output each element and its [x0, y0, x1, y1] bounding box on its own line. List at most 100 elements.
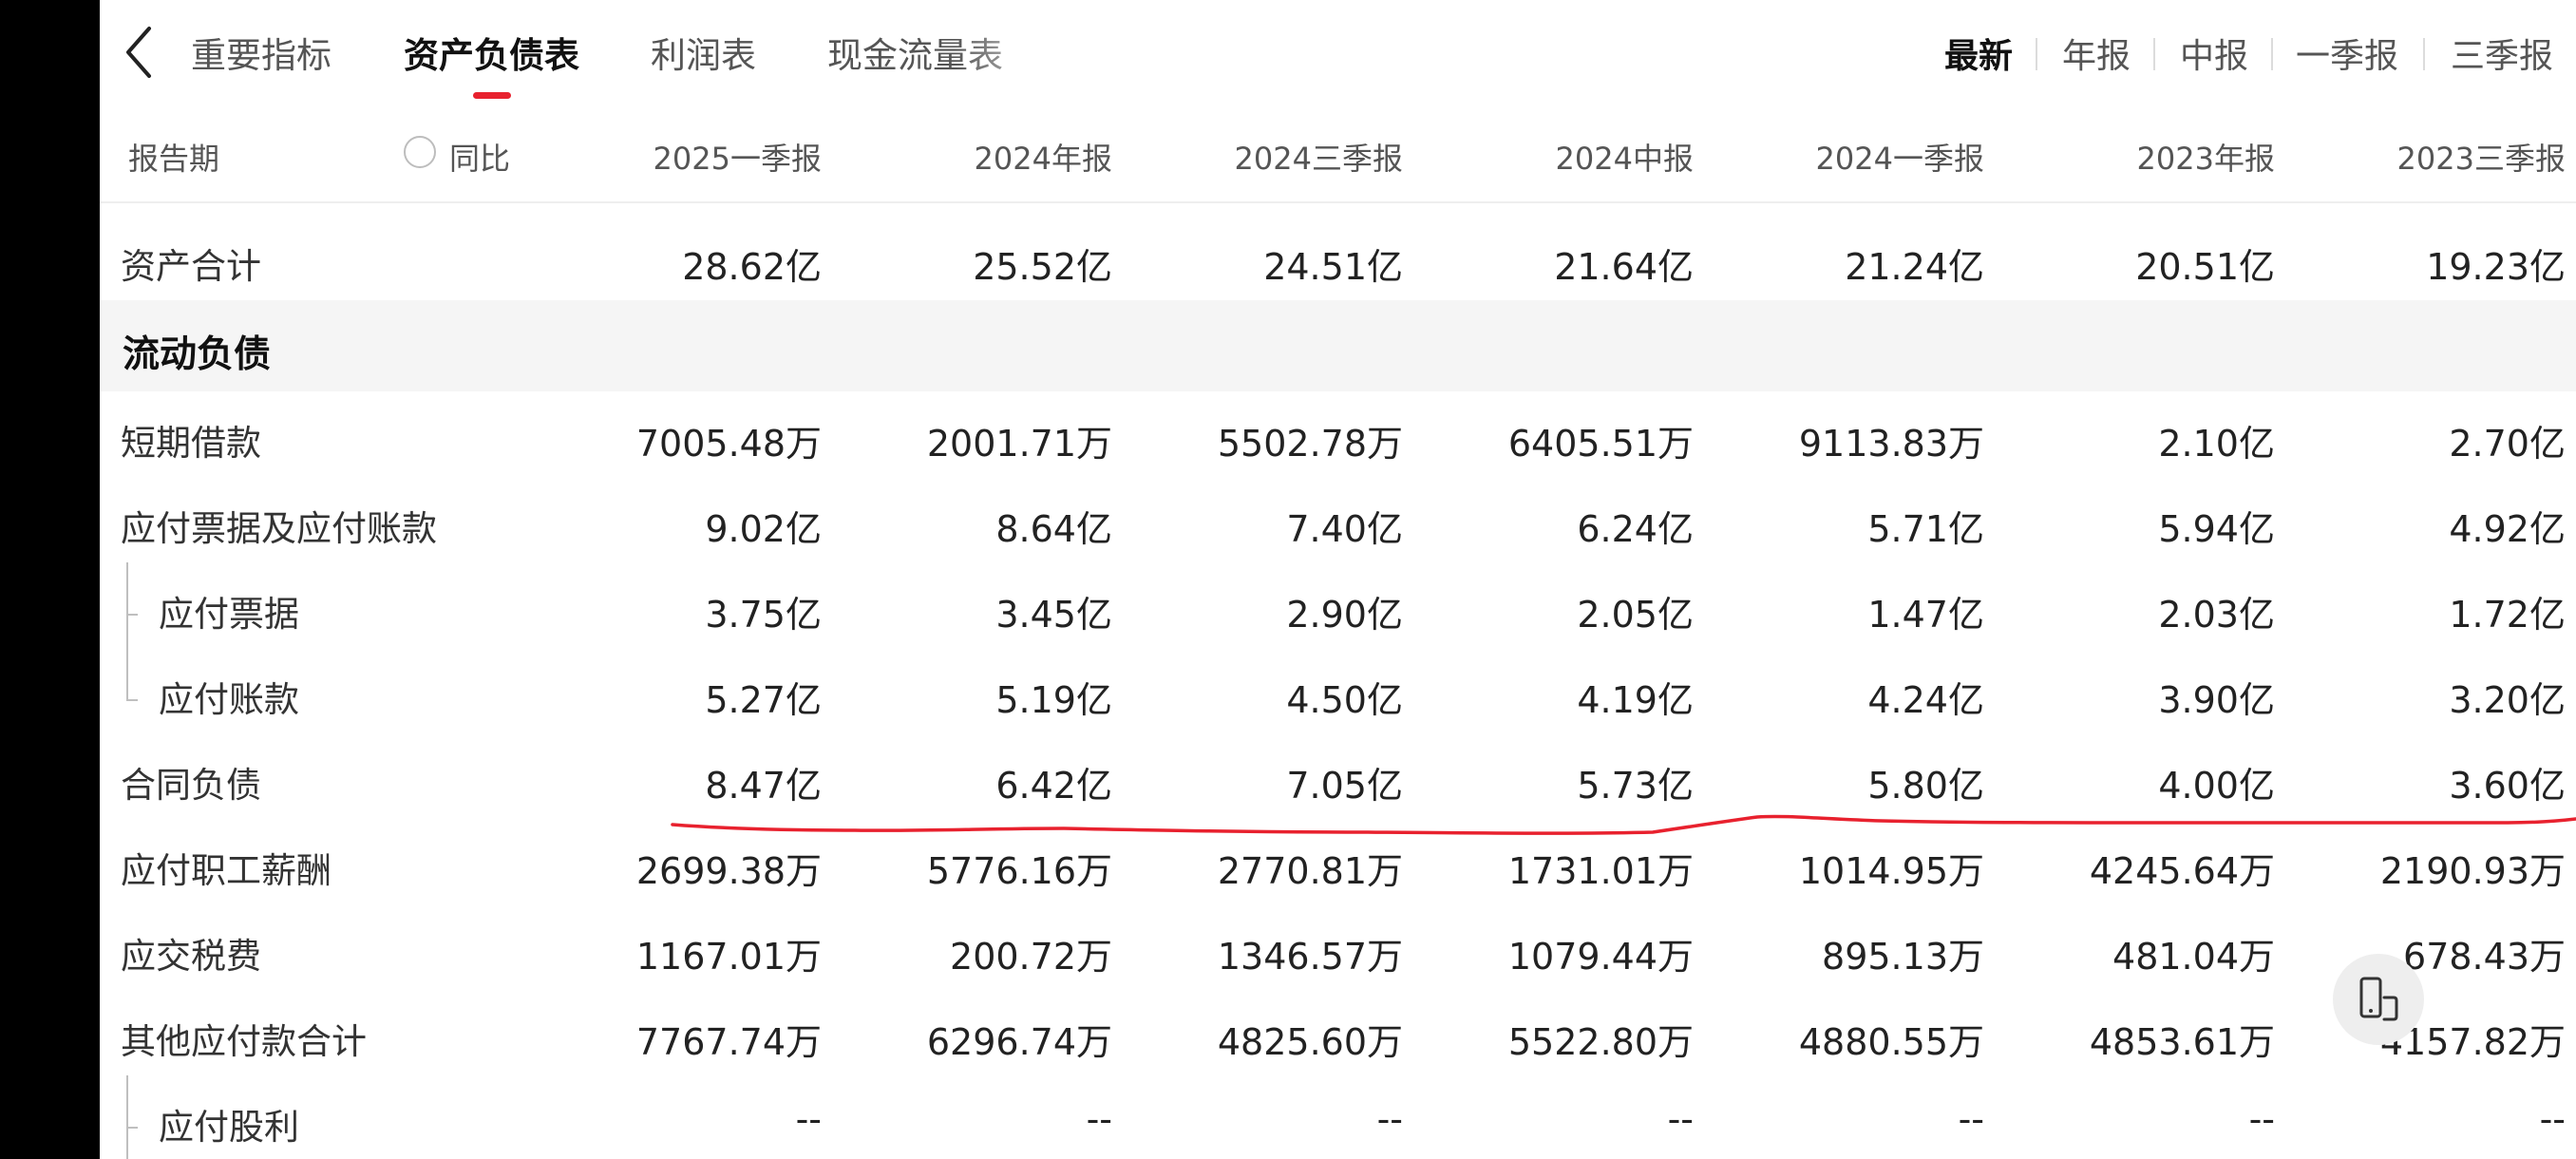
table-cell: 2.70亿 [2449, 423, 2566, 465]
table-cell: 8.47亿 [705, 765, 822, 807]
table-cell: 1.47亿 [1867, 594, 1984, 636]
period-latest[interactable]: 最新 [1944, 28, 2013, 78]
table-cell: 7767.74万 [635, 1021, 822, 1063]
app-screen: 重要指标 资产负债表 利润表 现金流量表 最新 年报 中报 一季报 三季报 报告… [0, 0, 2576, 1159]
column-header: 2024三季报 [1234, 141, 1403, 177]
table-cell: 1346.57万 [1217, 936, 1403, 978]
table-row[interactable]: 应付股利 -- -- -- -- -- -- -- [100, 1075, 2576, 1159]
period-label: 年报 [2062, 37, 2131, 76]
table-cell: 2.10亿 [2158, 423, 2275, 465]
table-cell: 5.73亿 [1577, 765, 1694, 807]
table-cell: 4.92亿 [2449, 508, 2566, 550]
table-row[interactable]: 其他应付款合计 7767.74万 6296.74万 4825.60万 5522.80万 4… [100, 990, 2576, 1075]
table-cell: 2001.71万 [926, 423, 1112, 465]
chevron-left-icon [126, 27, 151, 78]
table-cell: 2.05亿 [1577, 594, 1694, 636]
table-cell: 678.43万 [2403, 936, 2566, 978]
period-q3[interactable]: 三季报 [2451, 28, 2553, 78]
period-divider [2271, 38, 2273, 70]
table-cell: 481.04万 [2112, 936, 2275, 978]
table-cell: 24.51亿 [1263, 246, 1403, 288]
table-cell: 21.64亿 [1554, 246, 1694, 288]
table-cell: 4853.61万 [2089, 1021, 2275, 1063]
table-row[interactable]: 应付职工薪酬 2699.38万 5776.16万 2770.81万 1731.01万 10… [100, 819, 2576, 904]
table-cell: 4.50亿 [1286, 679, 1403, 721]
column-header: 2024年报 [974, 141, 1112, 177]
top-navigation: 重要指标 资产负债表 利润表 现金流量表 最新 年报 中报 一季报 三季报 [100, 0, 2576, 106]
table-cell: -- [1086, 1098, 1112, 1140]
active-tab-indicator [472, 92, 511, 99]
table-cell: 2.03亿 [2158, 594, 2275, 636]
tree-connector-tick [126, 614, 138, 616]
table-cell: 6.24亿 [1577, 508, 1694, 550]
table-cell: 8.64亿 [995, 508, 1112, 550]
table-row[interactable]: 短期借款 7005.48万 2001.71万 5502.78万 6405.51万 9113… [100, 391, 2576, 477]
table-cell: 21.24亿 [1845, 246, 1984, 288]
table-cell: 7.05亿 [1286, 765, 1403, 807]
table-row[interactable]: 应交税费 1167.01万 200.72万 1346.57万 1079.44万 895.1… [100, 904, 2576, 990]
tab-cash-flow[interactable]: 现金流量表 [827, 27, 1003, 78]
tab-key-indicators[interactable]: 重要指标 [191, 27, 331, 78]
table-cell: 19.23亿 [2426, 246, 2566, 288]
table-cell: 6405.51万 [1507, 423, 1694, 465]
period-interim[interactable]: 中报 [2180, 28, 2248, 78]
table-cell: 5776.16万 [926, 850, 1112, 892]
period-label: 最新 [1944, 37, 2014, 76]
yoy-label: 同比 [449, 141, 511, 177]
row-label: 短期借款 [121, 423, 261, 464]
table-row[interactable]: 资产合计 28.62亿 25.52亿 24.51亿 21.64亿 21.24亿 20.51亿… [100, 215, 2576, 300]
table-cell: 2.90亿 [1286, 594, 1403, 636]
table-cell: 5522.80万 [1507, 1021, 1694, 1063]
period-divider [2036, 38, 2037, 70]
table-cell: 5.19亿 [995, 679, 1112, 721]
section-header-row: 流动负债 [100, 300, 2576, 391]
table-row[interactable]: 应付票据 3.75亿 3.45亿 2.90亿 2.05亿 1.47亿 2.03亿 1.72亿 [100, 562, 2576, 648]
row-label: 其他应付款合计 [121, 1021, 367, 1062]
table-cell: 5.94亿 [2158, 508, 2275, 550]
row-label: 合同负债 [121, 765, 261, 806]
table-cell: 4245.64万 [2089, 850, 2275, 892]
table-cell: 25.52亿 [973, 246, 1112, 288]
period-label: 一季报 [2296, 37, 2399, 76]
tab-balance-sheet[interactable]: 资产负债表 [404, 27, 579, 99]
table-cell: 2770.81万 [1217, 850, 1403, 892]
table-row[interactable]: 应付票据及应付账款 9.02亿 8.64亿 7.40亿 6.24亿 5.71亿 5.94亿 4… [100, 477, 2576, 562]
back-button[interactable] [117, 21, 164, 84]
column-header: 2024中报 [1555, 141, 1694, 177]
table-cell: 4157.82万 [2379, 1021, 2566, 1063]
table-row[interactable]: 应付账款 5.27亿 5.19亿 4.50亿 4.19亿 4.24亿 3.90亿 3.20亿 [100, 648, 2576, 733]
table-cell: 4.19亿 [1577, 679, 1694, 721]
device-rotate-icon [2359, 977, 2398, 1021]
tab-label: 重要指标 [191, 35, 331, 76]
table-cell: -- [1667, 1098, 1694, 1140]
table-cell: 1014.95万 [1798, 850, 1984, 892]
tree-connector-tick [126, 1127, 138, 1129]
table-cell: 895.13万 [1822, 936, 1984, 978]
table-cell: 5.80亿 [1867, 765, 1984, 807]
rotate-screen-button[interactable] [2333, 954, 2424, 1045]
table-cell: 3.45亿 [995, 594, 1112, 636]
table-cell: 2699.38万 [635, 850, 822, 892]
table-cell: 3.60亿 [2449, 765, 2566, 807]
tree-connector [126, 562, 128, 648]
table-cell: 1.72亿 [2449, 594, 2566, 636]
tree-connector-tick [126, 699, 138, 701]
row-label: 应付职工薪酬 [121, 850, 331, 891]
table-cell: 6.42亿 [995, 765, 1112, 807]
period-q1[interactable]: 一季报 [2296, 28, 2398, 78]
section-title: 流动负债 [123, 333, 272, 376]
table-cell: 3.90亿 [2158, 679, 2275, 721]
period-annual[interactable]: 年报 [2062, 28, 2131, 78]
table-cell: -- [2248, 1098, 2275, 1140]
tab-income-statement[interactable]: 利润表 [651, 27, 756, 78]
table-cell: 2190.93万 [2379, 850, 2566, 892]
table-cell: 4825.60万 [1217, 1021, 1403, 1063]
table-row[interactable]: 合同负债 8.47亿 6.42亿 7.05亿 5.73亿 5.80亿 4.00亿 3.60亿 [100, 733, 2576, 819]
yoy-radio-icon[interactable] [404, 136, 436, 168]
table-cell: 1079.44万 [1507, 936, 1694, 978]
table-cell: 7.40亿 [1286, 508, 1403, 550]
column-header: 2024一季报 [1815, 141, 1984, 177]
tree-connector [126, 648, 128, 701]
table-cell: -- [1958, 1098, 1984, 1140]
table-cell: 20.51亿 [2135, 246, 2275, 288]
